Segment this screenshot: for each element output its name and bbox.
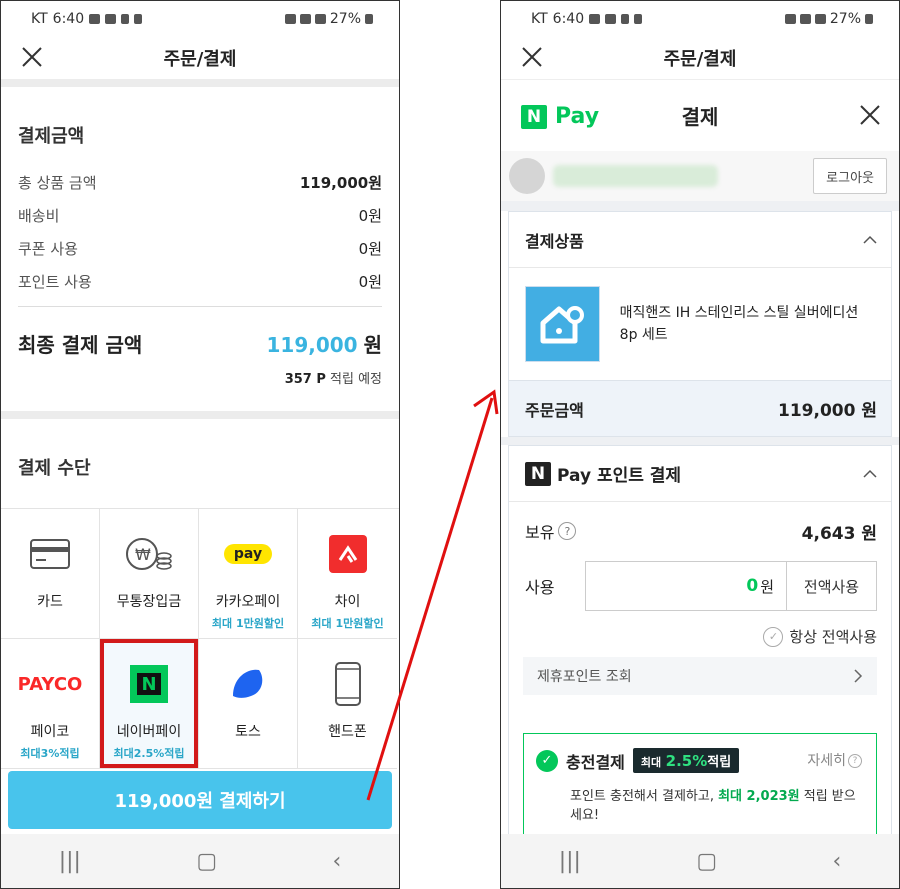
- annotation-arrow: [366, 389, 499, 801]
- arrow-line: [366, 397, 494, 801]
- arrow-head-icon: [473, 389, 499, 415]
